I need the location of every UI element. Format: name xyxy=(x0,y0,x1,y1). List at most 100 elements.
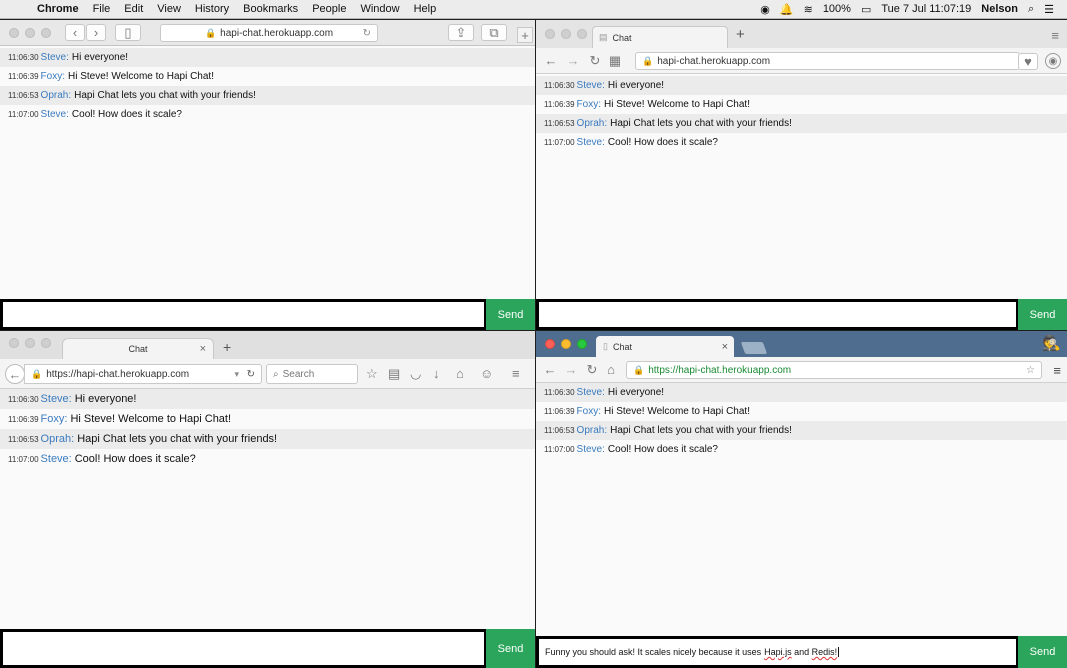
spotlight-icon[interactable]: ⌕ xyxy=(1023,3,1039,16)
message-input[interactable] xyxy=(3,632,484,665)
message-author: Oprah: xyxy=(40,433,75,445)
forward-icon[interactable]: → xyxy=(566,53,580,68)
new-tab-icon[interactable]: + xyxy=(517,27,533,43)
zoom-button[interactable] xyxy=(577,29,587,39)
message-time: 11:07:00 xyxy=(8,110,39,119)
profile-icon[interactable]: ◉ xyxy=(1045,53,1061,69)
address-bar[interactable]: 🔒 https://hapi-chat.herokuapp.com ☆ xyxy=(626,361,1042,379)
menu-chrome[interactable]: Chrome xyxy=(30,3,86,15)
menu-people[interactable]: People xyxy=(305,3,353,15)
sidebar-icon[interactable]: ▯ xyxy=(115,24,141,41)
bookmark-star-icon[interactable]: ☆ xyxy=(1026,365,1035,376)
address-text: https://hapi-chat.herokuapp.com xyxy=(46,368,190,380)
tab-chat[interactable]: Chat × xyxy=(62,338,214,359)
forward-icon[interactable]: › xyxy=(86,24,106,41)
menu-view[interactable]: View xyxy=(150,3,188,15)
bookmark-star-icon[interactable]: ☆ xyxy=(366,366,378,382)
clock[interactable]: Tue 7 Jul 11:07:19 xyxy=(876,3,976,15)
menu-edit[interactable]: Edit xyxy=(117,3,150,15)
message-composer: Send xyxy=(536,299,1067,330)
address-text: hapi-chat.herokuapp.com xyxy=(657,55,771,67)
battery-icon[interactable]: ▭ xyxy=(856,3,876,16)
new-tab-icon[interactable]: + xyxy=(736,26,745,43)
reload-icon[interactable]: ↻ xyxy=(585,362,599,378)
hello-icon[interactable]: ☺ xyxy=(480,366,493,381)
minimize-button[interactable] xyxy=(25,338,35,348)
send-button[interactable]: Send xyxy=(486,629,535,668)
download-icon[interactable]: ↓ xyxy=(433,366,440,381)
message-author: Steve: xyxy=(576,387,605,398)
home-icon[interactable]: ⌂ xyxy=(604,362,618,377)
draft-text: Hapi.js xyxy=(764,647,792,657)
dropdown-icon[interactable]: ▾ xyxy=(234,369,239,380)
chat-message: 11:06:39 Foxy: Hi Steve! Welcome to Hapi C… xyxy=(0,67,535,86)
record-icon[interactable]: ◉ xyxy=(755,3,775,16)
notification-center-icon[interactable]: ☰ xyxy=(1039,3,1059,16)
message-input[interactable]: Funny you should ask! It scales nicely b… xyxy=(539,639,1016,665)
send-button[interactable]: Send xyxy=(486,299,535,330)
message-text: Cool! How does it scale? xyxy=(607,444,718,455)
home-icon[interactable]: ⌂ xyxy=(456,366,464,381)
minimize-button[interactable] xyxy=(561,339,571,349)
chat-message: 11:06:39 Foxy: Hi Steve! Welcome to Hapi C… xyxy=(536,95,1067,114)
message-input[interactable] xyxy=(3,302,484,327)
page-icon: ▯ xyxy=(603,341,608,351)
tabs-icon[interactable]: ⧉ xyxy=(481,24,507,41)
chat-message: 11:06:53 Oprah: Hapi Chat lets you chat wi… xyxy=(536,114,1067,133)
chrome-incognito-window: ▯ Chat × 🕵 ← → ↻ ⌂ 🔒 https://hapi-chat.h… xyxy=(536,331,1067,668)
apps-icon[interactable]: ▦ xyxy=(608,53,622,69)
chat-message: 11:06:39 Foxy: Hi Steve! Welcome to Hapi C… xyxy=(0,409,535,429)
close-tab-icon[interactable]: × xyxy=(722,341,728,353)
message-input[interactable] xyxy=(539,302,1016,327)
close-button[interactable] xyxy=(545,29,555,39)
menu-help[interactable]: Help xyxy=(407,3,444,15)
menu-window[interactable]: Window xyxy=(353,3,406,15)
menu-bookmarks[interactable]: Bookmarks xyxy=(236,3,305,15)
send-button[interactable]: Send xyxy=(1018,636,1067,668)
minimize-button[interactable] xyxy=(25,27,35,38)
new-tab-icon[interactable]: + xyxy=(223,339,231,355)
back-icon[interactable]: ← xyxy=(5,364,25,384)
send-button[interactable]: Send xyxy=(1018,299,1067,330)
chat-message: 11:06:39 Foxy: Hi Steve! Welcome to Hapi C… xyxy=(536,402,1067,421)
close-button[interactable] xyxy=(9,338,19,348)
back-icon[interactable]: ‹ xyxy=(65,24,85,41)
forward-icon[interactable]: → xyxy=(564,362,578,377)
message-text: Cool! How does it scale? xyxy=(71,109,182,120)
menu-history[interactable]: History xyxy=(188,3,236,15)
tab-chat[interactable]: ▤ Chat xyxy=(592,26,728,48)
reload-icon[interactable]: ↻ xyxy=(247,369,255,380)
tab-list-icon[interactable]: ≡ xyxy=(1051,28,1059,43)
zoom-button[interactable] xyxy=(41,338,51,348)
reload-icon[interactable]: ↻ xyxy=(588,53,602,69)
user-name[interactable]: Nelson xyxy=(976,3,1023,15)
address-bar[interactable]: 🔒 https://hapi-chat.herokuapp.com ▾ ↻ xyxy=(24,364,262,384)
back-icon[interactable]: ← xyxy=(543,362,557,377)
zoom-button[interactable] xyxy=(41,27,51,38)
notification-icon[interactable]: 🔔 xyxy=(775,3,799,16)
chrome-toolbar: ← → ↻ ▦ 🔒 hapi-chat.herokuapp.com ♥ ◉ xyxy=(536,48,1067,74)
chat-message: 11:06:30 Steve: Hi everyone! xyxy=(0,48,535,67)
menu-icon[interactable]: ≡ xyxy=(512,366,520,381)
search-icon: ⌕ xyxy=(273,368,279,380)
share-icon[interactable]: ⇪ xyxy=(448,24,474,41)
close-button[interactable] xyxy=(545,339,555,349)
new-tab-button[interactable] xyxy=(740,342,768,354)
tab-chat[interactable]: ▯ Chat × xyxy=(596,336,734,357)
battery-label[interactable]: 100% xyxy=(818,3,856,15)
wifi-icon[interactable]: ≋ xyxy=(799,3,818,16)
address-bar[interactable]: 🔒 hapi-chat.herokuapp.com xyxy=(635,52,1020,70)
reading-list-icon[interactable]: ▤ xyxy=(388,366,400,382)
heart-icon[interactable]: ♥ xyxy=(1018,53,1038,70)
reload-icon[interactable]: ↻ xyxy=(363,28,371,39)
pocket-icon[interactable]: ◡ xyxy=(410,366,421,382)
menu-icon[interactable]: ≡ xyxy=(1053,363,1061,378)
close-tab-icon[interactable]: × xyxy=(200,343,206,355)
menu-file[interactable]: File xyxy=(86,3,118,15)
address-bar[interactable]: 🔒 hapi-chat.herokuapp.com ↻ xyxy=(160,24,378,42)
minimize-button[interactable] xyxy=(561,29,571,39)
close-button[interactable] xyxy=(9,27,19,38)
zoom-button[interactable] xyxy=(577,339,587,349)
back-icon[interactable]: ← xyxy=(544,53,558,68)
search-box[interactable]: ⌕ Search xyxy=(266,364,358,384)
